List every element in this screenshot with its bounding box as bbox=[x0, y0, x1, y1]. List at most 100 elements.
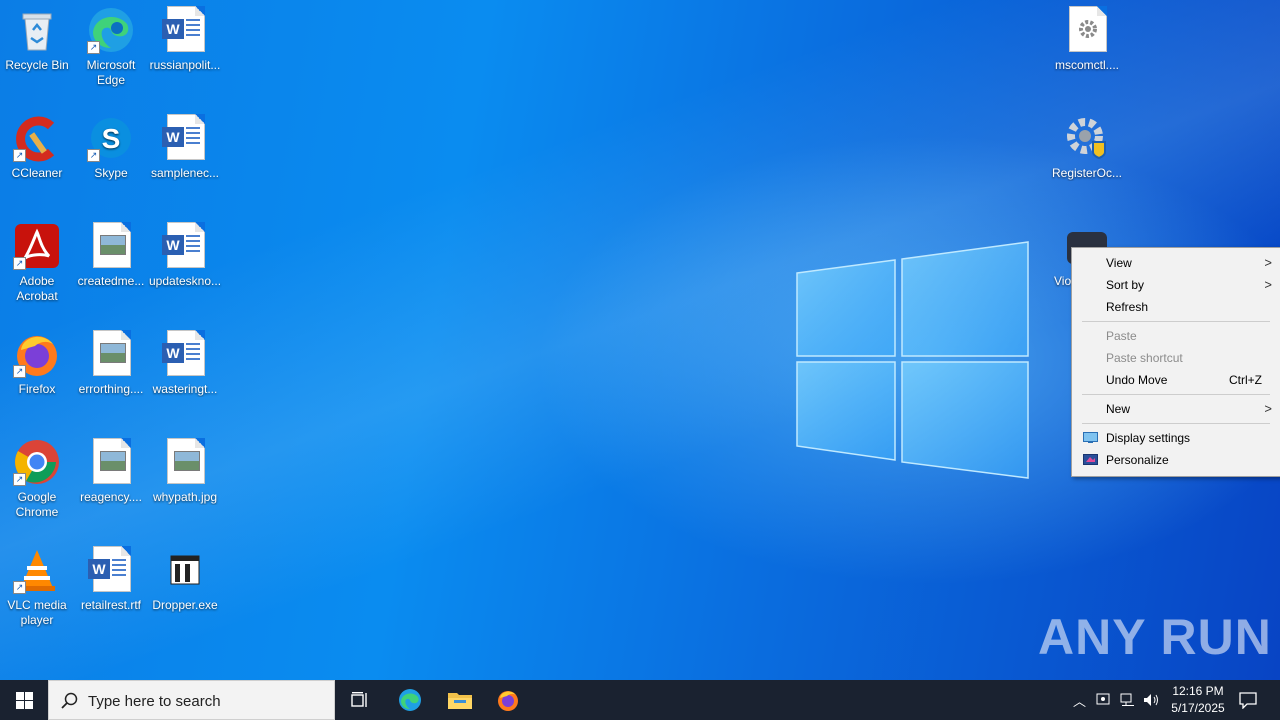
recycle-bin-icon bbox=[13, 6, 61, 54]
skype-icon: S ↗ bbox=[87, 114, 135, 162]
menu-item-new[interactable]: New > bbox=[1072, 398, 1280, 420]
display-icon bbox=[1083, 432, 1098, 443]
taskbar-clock[interactable]: 12:16 PM 5/17/2025 bbox=[1160, 683, 1236, 717]
submenu-arrow-icon: > bbox=[1264, 401, 1272, 416]
icon-label: VLC media bbox=[7, 598, 67, 612]
icon-label-line2: Acrobat bbox=[16, 289, 58, 303]
desktop-icon-createdme[interactable]: createdme... bbox=[74, 218, 148, 289]
desktop-icon-skype[interactable]: S ↗ Skype bbox=[74, 110, 148, 181]
submenu-arrow-icon: > bbox=[1264, 277, 1272, 292]
taskbar-file-explorer-button[interactable] bbox=[435, 680, 483, 720]
desktop-icon-retailrest[interactable]: W retailrest.rtf bbox=[74, 542, 148, 613]
menu-item-label: Refresh bbox=[1106, 300, 1149, 314]
icon-label: Recycle Bin bbox=[5, 58, 69, 72]
menu-item-display-settings[interactable]: Display settings bbox=[1072, 427, 1280, 449]
desktop-icon-vlc[interactable]: ↗ VLC media player bbox=[0, 542, 74, 628]
chrome-icon: ↗ bbox=[13, 438, 61, 486]
menu-item-label: View bbox=[1106, 256, 1132, 270]
image-file-icon bbox=[87, 222, 135, 270]
desktop-icon-updateskno[interactable]: W updateskno... bbox=[148, 218, 222, 289]
word-doc-icon: W bbox=[87, 546, 135, 594]
acrobat-icon: ↗ bbox=[13, 222, 61, 270]
clock-date: 5/17/2025 bbox=[1171, 701, 1225, 715]
shortcut-arrow-icon: ↗ bbox=[87, 149, 100, 162]
menu-item-sort-by[interactable]: Sort by > bbox=[1072, 274, 1280, 296]
action-center-button[interactable] bbox=[1228, 680, 1268, 720]
desktop-icon-ccleaner[interactable]: ↗ CCleaner bbox=[0, 110, 74, 181]
task-view-button[interactable] bbox=[336, 680, 384, 720]
icon-label: Firefox bbox=[18, 382, 56, 396]
icon-label: CCleaner bbox=[11, 166, 63, 180]
icon-label: Microsoft bbox=[86, 58, 136, 72]
desktop-icon-microsoft-edge[interactable]: ↗ Microsoft Edge bbox=[74, 2, 148, 88]
menu-item-personalize[interactable]: Personalize bbox=[1072, 449, 1280, 471]
menu-item-refresh[interactable]: Refresh bbox=[1072, 296, 1280, 318]
taskbar: Type here to search ︿ 12:16 PM 5/17/2025 bbox=[0, 680, 1280, 720]
desktop-icon-errorthing[interactable]: errorthing.... bbox=[74, 326, 148, 397]
menu-item-label: Paste bbox=[1106, 329, 1137, 343]
submenu-arrow-icon: > bbox=[1264, 255, 1272, 270]
clock-time: 12:16 PM bbox=[1172, 684, 1224, 698]
desktop-icon-wasteringt[interactable]: W wasteringt... bbox=[148, 326, 222, 397]
desktop-icon-google-chrome[interactable]: ↗ Google Chrome bbox=[0, 434, 74, 520]
shortcut-arrow-icon: ↗ bbox=[87, 41, 100, 54]
desktop-icon-adobe-acrobat[interactable]: ↗ Adobe Acrobat bbox=[0, 218, 74, 304]
tray-network-button[interactable] bbox=[1116, 680, 1138, 720]
icon-label: updateskno... bbox=[148, 274, 222, 288]
icon-label-line2: player bbox=[20, 613, 54, 627]
edge-icon: ↗ bbox=[87, 6, 135, 54]
vlc-icon: ↗ bbox=[13, 546, 61, 594]
icon-label: errorthing.... bbox=[78, 382, 144, 396]
image-file-icon bbox=[161, 438, 209, 486]
show-hidden-icons-button[interactable]: ︿ bbox=[1068, 680, 1090, 720]
desktop-icon-russianpolit[interactable]: W russianpolit... bbox=[148, 2, 222, 73]
firefox-icon bbox=[498, 691, 518, 711]
taskbar-search-box[interactable]: Type here to search bbox=[48, 680, 335, 720]
menu-item-shortcut: Ctrl+Z bbox=[1229, 373, 1262, 387]
desktop-icon-firefox[interactable]: ↗ Firefox bbox=[0, 326, 74, 397]
menu-item-label: Sort by bbox=[1106, 278, 1145, 292]
svg-text:S: S bbox=[102, 123, 121, 154]
menu-item-label: Paste shortcut bbox=[1106, 351, 1183, 365]
icon-label-line2: Chrome bbox=[15, 505, 59, 519]
network-icon bbox=[1120, 693, 1134, 706]
personalize-icon bbox=[1083, 454, 1098, 465]
desktop-icon-reagency[interactable]: reagency.... bbox=[74, 434, 148, 505]
shortcut-arrow-icon: ↗ bbox=[13, 365, 26, 378]
tray-volume-button[interactable] bbox=[1140, 680, 1162, 720]
shortcut-arrow-icon: ↗ bbox=[13, 581, 26, 594]
menu-item-label: Undo Move bbox=[1106, 373, 1168, 387]
ccleaner-icon: ↗ bbox=[13, 114, 61, 162]
menu-separator bbox=[1082, 394, 1270, 395]
menu-item-paste[interactable]: Paste bbox=[1072, 325, 1280, 347]
volume-icon bbox=[1144, 694, 1158, 706]
task-view-icon bbox=[351, 692, 367, 707]
search-icon bbox=[61, 692, 78, 709]
taskbar-edge-button[interactable] bbox=[386, 680, 434, 720]
desktop-icon-samplenec[interactable]: W samplenec... bbox=[148, 110, 222, 181]
desktop-icon-registeroc[interactable]: RegisterOc... bbox=[1050, 110, 1124, 181]
exe-file-icon bbox=[161, 546, 209, 594]
word-doc-icon: W bbox=[161, 6, 209, 54]
defender-icon bbox=[1096, 693, 1110, 705]
start-button[interactable] bbox=[0, 680, 48, 720]
register-settings-icon bbox=[1063, 114, 1111, 162]
word-doc-icon: W bbox=[161, 114, 209, 162]
icon-label: Dropper.exe bbox=[152, 598, 218, 612]
desktop[interactable]: Recycle Bin ↗ Microsoft Edge W russianpo… bbox=[0, 0, 1280, 680]
tray-security-icon-button[interactable] bbox=[1092, 680, 1114, 720]
icon-label: mscomctl.... bbox=[1054, 58, 1119, 72]
folder-icon bbox=[448, 693, 472, 709]
desktop-icon-mscomctl[interactable]: mscomctl.... bbox=[1050, 2, 1124, 73]
desktop-icon-dropper[interactable]: Dropper.exe bbox=[148, 542, 222, 613]
menu-item-view[interactable]: View > bbox=[1072, 252, 1280, 274]
menu-item-undo-move[interactable]: Undo Move Ctrl+Z bbox=[1072, 369, 1280, 391]
desktop-icon-whypath[interactable]: whypath.jpg bbox=[148, 434, 222, 505]
desktop-icon-recycle-bin[interactable]: Recycle Bin bbox=[0, 2, 74, 73]
edge-icon bbox=[399, 689, 421, 711]
desktop-context-menu: View > Sort by > Refresh Paste Paste sho… bbox=[1071, 247, 1280, 477]
anyrun-watermark: ANY RUN bbox=[1038, 609, 1272, 665]
taskbar-firefox-button[interactable] bbox=[484, 680, 532, 720]
menu-item-paste-shortcut[interactable]: Paste shortcut bbox=[1072, 347, 1280, 369]
icon-label: retailrest.rtf bbox=[80, 598, 141, 612]
